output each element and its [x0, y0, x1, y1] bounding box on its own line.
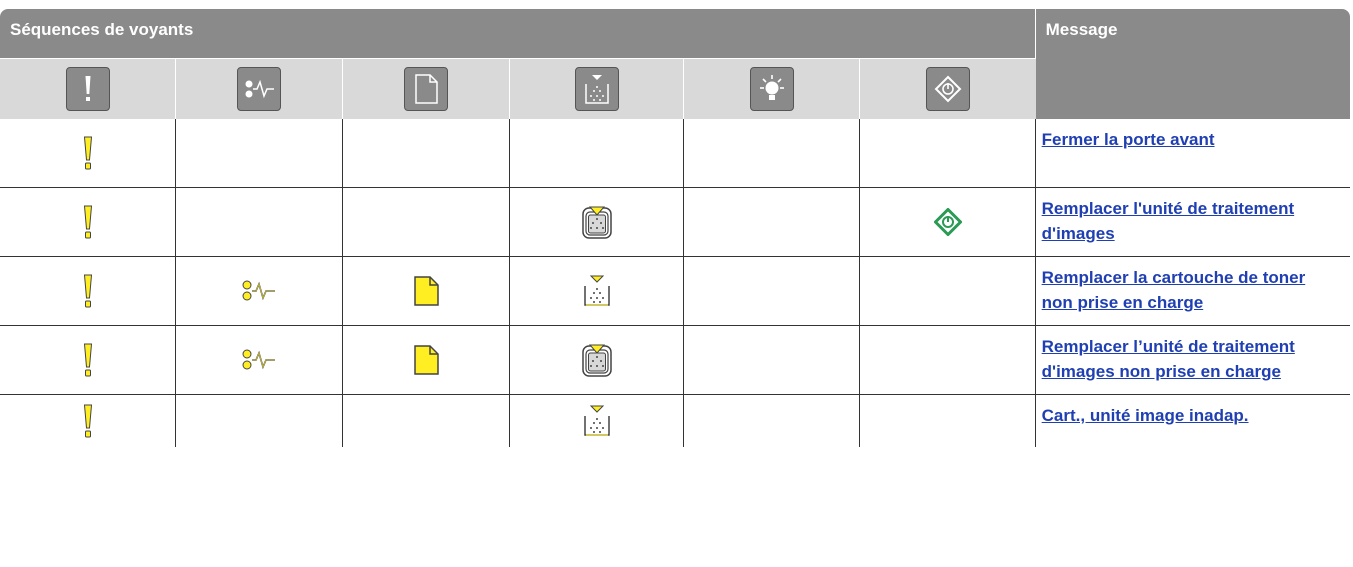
light-cell	[510, 188, 685, 257]
paper-jam-icon	[237, 67, 282, 111]
load-paper-icon	[343, 275, 509, 307]
table-row: Cart., unité image inadap.	[0, 395, 1350, 447]
light-cell	[684, 326, 861, 395]
message-cell: Remplacer l'unité de traitement d'images	[1035, 188, 1350, 257]
light-cell	[860, 188, 1036, 257]
light-cell	[0, 395, 177, 447]
light-cell	[0, 119, 177, 188]
light-cell	[860, 257, 1036, 326]
imaging-unit-icon	[510, 342, 683, 378]
start-button-icon	[926, 67, 971, 111]
sequences-header: Séquences de voyants	[0, 9, 1036, 59]
light-cell	[0, 188, 177, 257]
icon-column-header	[684, 59, 861, 119]
light-cell	[860, 395, 1036, 447]
load-paper-icon	[343, 344, 509, 376]
error-icon	[0, 342, 175, 378]
message-link[interactable]: Remplacer la cartouche de toner non pris…	[1042, 268, 1306, 312]
message-header: Message	[1035, 9, 1350, 119]
message-link[interactable]: Remplacer l'unité de traitement d'images	[1042, 199, 1295, 243]
light-cell	[860, 326, 1036, 395]
light-sequence-table-container: Séquences de voyants Message Fermer la p…	[0, 9, 1353, 447]
error-icon	[65, 67, 110, 111]
light-sequence-table: Séquences de voyants Message Fermer la p…	[0, 9, 1350, 447]
light-cell	[343, 119, 511, 188]
table-row: Remplacer la cartouche de toner non pris…	[0, 257, 1350, 326]
load-paper-icon	[404, 67, 449, 111]
icon-column-header	[0, 59, 177, 119]
light-cell	[343, 188, 511, 257]
light-cell	[343, 395, 511, 447]
light-cell	[176, 395, 344, 447]
light-cell	[684, 188, 861, 257]
light-cell	[0, 326, 177, 395]
message-link[interactable]: Cart., unité image inadap.	[1042, 406, 1249, 425]
light-cell	[176, 326, 344, 395]
error-icon	[0, 204, 175, 240]
light-cell	[860, 119, 1036, 188]
light-cell	[343, 326, 511, 395]
light-cell	[510, 119, 685, 188]
toner-icon	[510, 274, 683, 308]
icon-column-header	[176, 59, 344, 119]
paper-jam-icon	[176, 348, 342, 372]
table-row: Remplacer l'unité de traitement d'images	[0, 188, 1350, 257]
table-row: Fermer la porte avant	[0, 119, 1350, 188]
error-icon	[0, 135, 175, 171]
error-icon	[0, 403, 175, 439]
start-button-icon	[860, 208, 1034, 236]
ready-light-icon	[749, 67, 794, 111]
light-cell	[510, 326, 685, 395]
icon-column-header	[860, 59, 1036, 119]
imaging-unit-icon	[510, 204, 683, 240]
message-cell: Fermer la porte avant	[1035, 119, 1350, 188]
message-cell: Remplacer la cartouche de toner non pris…	[1035, 257, 1350, 326]
icon-column-header	[343, 59, 511, 119]
light-cell	[176, 257, 344, 326]
light-cell	[684, 119, 861, 188]
light-cell	[684, 395, 861, 447]
light-cell	[510, 257, 685, 326]
message-cell: Remplacer l’unité de traitement d'images…	[1035, 326, 1350, 395]
message-link[interactable]: Remplacer l’unité de traitement d'images…	[1042, 337, 1295, 381]
error-icon	[0, 273, 175, 309]
toner-icon	[510, 404, 683, 438]
light-cell	[684, 257, 861, 326]
light-cell	[510, 395, 685, 447]
table-row: Remplacer l’unité de traitement d'images…	[0, 326, 1350, 395]
light-cell	[176, 119, 344, 188]
light-cell	[343, 257, 511, 326]
toner-icon	[574, 67, 619, 111]
light-cell	[176, 188, 344, 257]
paper-jam-icon	[176, 279, 342, 303]
message-link[interactable]: Fermer la porte avant	[1042, 130, 1215, 149]
message-cell: Cart., unité image inadap.	[1036, 395, 1350, 447]
icon-column-header	[510, 59, 685, 119]
light-cell	[0, 257, 177, 326]
